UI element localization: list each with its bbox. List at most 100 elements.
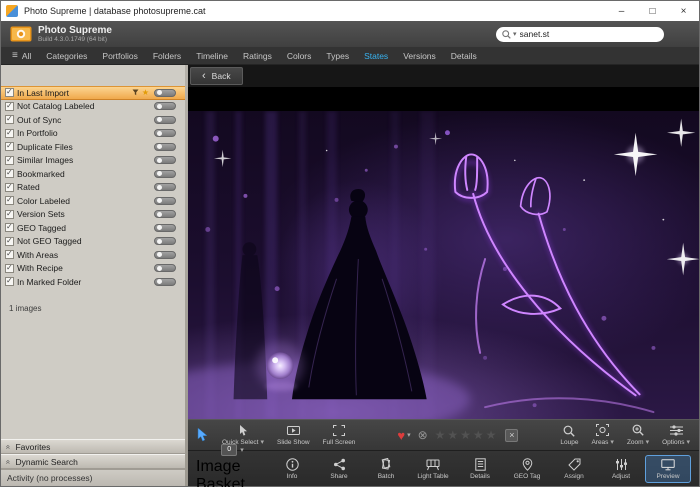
batch-icon: [379, 458, 393, 471]
filter-row-bookmarked[interactable]: ✓Bookmarked: [1, 167, 185, 181]
checkbox-icon[interactable]: ✓: [5, 210, 14, 219]
action-assign[interactable]: Assign: [551, 454, 597, 483]
search-dropdown-icon[interactable]: ▾: [513, 30, 517, 38]
action-batch[interactable]: Batch: [363, 454, 409, 483]
checkbox-icon[interactable]: ✓: [5, 264, 14, 273]
tab-colors[interactable]: Colors: [287, 51, 312, 61]
filter-row-version-sets[interactable]: ✓Version Sets: [1, 208, 185, 222]
action-adjust[interactable]: Adjust: [598, 454, 644, 483]
options-sliders-icon: [670, 425, 683, 436]
checkbox-icon[interactable]: ✓: [5, 102, 14, 111]
loupe-icon: [563, 425, 575, 437]
clear-rating-button[interactable]: ×: [505, 429, 518, 442]
dropdown-icon: ▾: [610, 438, 614, 446]
tab-versions[interactable]: Versions: [403, 51, 436, 61]
minimize-button[interactable]: –: [606, 1, 637, 21]
dropdown-icon[interactable]: ▾: [240, 446, 244, 454]
filter-row-in-marked-folder[interactable]: ✓In Marked Folder: [1, 275, 185, 289]
reject-button[interactable]: ⊗: [418, 429, 428, 441]
filter-row-geo-tagged[interactable]: ✓GEO Tagged: [1, 221, 185, 235]
basket-icon: 0: [221, 444, 237, 456]
tab-categories[interactable]: Categories: [46, 51, 87, 61]
filter-row-with-recipe[interactable]: ✓With Recipe: [1, 262, 185, 276]
action-share[interactable]: Share: [316, 454, 362, 483]
checkbox-icon[interactable]: ✓: [5, 88, 14, 97]
filter-row-color-labeled[interactable]: ✓Color Labeled: [1, 194, 185, 208]
checkbox-icon[interactable]: ✓: [5, 115, 14, 124]
checkbox-icon[interactable]: ✓: [5, 156, 14, 165]
tag-icon: [568, 458, 581, 471]
checkbox-icon[interactable]: ✓: [5, 129, 14, 138]
cursor-icon: [239, 425, 248, 436]
bottom-action-bar: 0 ▾ Image Basket Info Share: [188, 450, 699, 486]
full-screen-button[interactable]: Full Screen: [323, 425, 356, 446]
action-details[interactable]: Details: [457, 454, 503, 483]
count-pill: [154, 210, 176, 218]
checkbox-icon[interactable]: ✓: [5, 223, 14, 232]
filter-row-not-catalog-labeled[interactable]: ✓Not Catalog Labeled: [1, 100, 185, 114]
photo-stage[interactable]: [188, 87, 699, 419]
app-build: Build 4.3.0.1749 (64 bit): [38, 36, 112, 43]
count-pill: [154, 170, 176, 178]
star-rating-control[interactable]: ★★★★★: [435, 429, 499, 441]
count-pill: [154, 143, 176, 151]
close-button[interactable]: ×: [668, 1, 699, 21]
filter-row-similar-images[interactable]: ✓Similar Images: [1, 154, 185, 168]
checkbox-icon[interactable]: ✓: [5, 169, 14, 178]
tab-ratings[interactable]: Ratings: [243, 51, 272, 61]
checkbox-icon[interactable]: ✓: [5, 183, 14, 192]
back-button[interactable]: ‹ Back: [190, 67, 243, 85]
photo-artwork: [188, 111, 699, 419]
search-box[interactable]: ▾: [496, 27, 664, 42]
dynamic-search-panel-header[interactable]: » Dynamic Search: [1, 454, 185, 469]
title-bar: Photo Supreme | database photosupreme.ca…: [1, 1, 699, 21]
filter-row-in-portfolio[interactable]: ✓In Portfolio: [1, 127, 185, 141]
action-light-table[interactable]: Light Table: [410, 455, 456, 483]
action-info[interactable]: Info: [269, 454, 315, 483]
areas-button[interactable]: Areas▾: [591, 424, 614, 446]
select-cursor-icon[interactable]: [197, 428, 209, 442]
filter-funnel-icon: [132, 89, 139, 96]
checkbox-icon[interactable]: ✓: [5, 142, 14, 151]
maximize-button[interactable]: □: [637, 1, 668, 21]
checkbox-icon[interactable]: ✓: [5, 277, 14, 286]
filter-row-with-areas[interactable]: ✓With Areas: [1, 248, 185, 262]
app-icon: [6, 5, 18, 17]
count-pill: [154, 237, 176, 245]
tab-folders[interactable]: Folders: [153, 51, 181, 61]
count-pill: [154, 264, 176, 272]
favorites-panel-header[interactable]: » Favorites: [1, 439, 185, 454]
checkbox-icon[interactable]: ✓: [5, 237, 14, 246]
window-title: Photo Supreme | database photosupreme.ca…: [24, 6, 205, 16]
filter-row-in-last-import[interactable]: ✓ In Last Import ★: [1, 86, 185, 100]
viewer-back-bar: ‹ Back: [188, 65, 699, 87]
light-table-icon: [426, 459, 440, 471]
filter-row-rated[interactable]: ✓Rated: [1, 181, 185, 195]
action-preview[interactable]: Preview: [645, 455, 691, 483]
filter-row-duplicate-files[interactable]: ✓Duplicate Files: [1, 140, 185, 154]
tab-states[interactable]: States: [364, 51, 388, 61]
activity-status-bar[interactable]: Activity (no processes): [1, 469, 185, 486]
filter-row-out-of-sync[interactable]: ✓Out of Sync: [1, 113, 185, 127]
info-icon: [286, 458, 299, 471]
checkbox-icon[interactable]: ✓: [5, 196, 14, 205]
count-pill: [154, 129, 176, 137]
photo-supreme-logo-icon: [10, 25, 32, 43]
tab-details[interactable]: Details: [451, 51, 477, 61]
slide-show-button[interactable]: Slide Show: [277, 425, 310, 446]
face-areas-icon: [596, 424, 609, 436]
tab-portfolios[interactable]: Portfolios: [102, 51, 137, 61]
filter-row-not-geo-tagged[interactable]: ✓Not GEO Tagged: [1, 235, 185, 249]
favorite-heart-button[interactable]: ♥▾: [397, 429, 410, 442]
tab-timeline[interactable]: Timeline: [196, 51, 228, 61]
search-input[interactable]: [520, 29, 658, 39]
checkbox-icon[interactable]: ✓: [5, 250, 14, 259]
action-geo-tag[interactable]: GEO Tag: [504, 454, 550, 483]
loupe-button[interactable]: Loupe: [560, 425, 578, 446]
heart-icon: ♥: [397, 429, 405, 442]
options-button[interactable]: Options▾: [662, 424, 690, 446]
tab-types[interactable]: Types: [326, 51, 349, 61]
zoom-button[interactable]: Zoom▾: [627, 424, 649, 446]
tab-all[interactable]: ≡All: [12, 51, 31, 61]
image-basket-button[interactable]: 0 ▾ Image Basket: [196, 444, 269, 487]
